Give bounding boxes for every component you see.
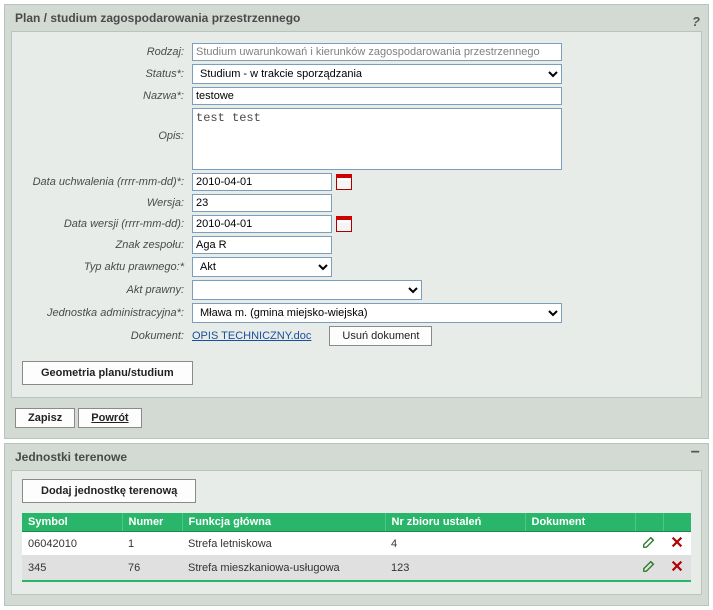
panel-title: Plan / studium zagospodarowania przestrz… [15,11,300,25]
field-jednostka-adm[interactable]: Mława m. (gmina miejsko-wiejska) [192,303,562,323]
panel2-title-bar: Jednostki terenowe − [5,444,708,470]
th-symbol[interactable]: Symbol [22,513,122,532]
cell-nr-zbioru: 123 [385,556,525,580]
geometry-button[interactable]: Geometria planu/studium [22,361,193,385]
cell-funkcja: Strefa letniskowa [182,532,385,556]
field-typ-aktu[interactable]: Akt [192,257,332,277]
panel-title-bar: Plan / studium zagospodarowania przestrz… [5,5,708,31]
edit-icon[interactable] [642,564,656,576]
calendar-icon[interactable] [336,216,352,232]
help-icon[interactable]: ? [692,14,700,29]
label-akt-prawny: Akt prawny: [22,284,192,296]
collapse-icon[interactable]: − [691,448,700,458]
units-table: Symbol Numer Funkcja główna Nr zbioru us… [22,513,691,580]
label-wersja: Wersja: [22,197,192,209]
field-data-uchwalenia[interactable] [192,173,332,191]
table-row: 06042010 1 Strefa letniskowa 4 [22,532,691,556]
plan-panel: Plan / studium zagospodarowania przestrz… [4,4,709,439]
panel2-title: Jednostki terenowe [15,450,127,464]
delete-icon[interactable] [670,540,684,552]
label-dokument: Dokument: [22,330,192,342]
th-funkcja[interactable]: Funkcja główna [182,513,385,532]
th-edit [635,513,663,532]
field-status[interactable]: Studium - w trakcie sporządzania [192,64,562,84]
cell-dokument [525,556,635,580]
calendar-icon[interactable] [336,174,352,190]
document-link[interactable]: OPIS TECHNICZNY.doc [192,330,311,342]
cell-dokument [525,532,635,556]
field-wersja[interactable] [192,194,332,212]
label-nazwa: Nazwa*: [22,90,192,102]
th-delete [663,513,691,532]
label-typ-aktu: Typ aktu prawnego:* [22,261,192,273]
label-jednostka-adm: Jednostka administracyjna*: [22,307,192,319]
label-znak-zespolu: Znak zespołu: [22,239,192,251]
cell-numer: 76 [122,556,182,580]
label-rodzaj: Rodzaj: [22,46,192,58]
table-row: 345 76 Strefa mieszkaniowa-usługowa 123 [22,556,691,580]
units-body: Dodaj jednostkę terenową Symbol Numer Fu… [11,470,702,595]
delete-document-button[interactable]: Usuń dokument [329,326,432,346]
add-unit-button[interactable]: Dodaj jednostkę terenową [22,479,196,503]
label-data-uchwalenia: Data uchwalenia (rrrr-mm-dd)*: [22,176,192,188]
th-numer[interactable]: Numer [122,513,182,532]
label-data-wersji: Data wersji (rrrr-mm-dd): [22,218,192,230]
th-nr-zbioru[interactable]: Nr zbioru ustaleń [385,513,525,532]
delete-icon[interactable] [670,564,684,576]
th-dokument[interactable]: Dokument [525,513,635,532]
edit-icon[interactable] [642,540,656,552]
field-nazwa[interactable] [192,87,562,105]
label-status: Status*: [22,68,192,80]
units-panel: Jednostki terenowe − Dodaj jednostkę ter… [4,443,709,606]
table-footer-border [22,580,691,582]
field-opis[interactable] [192,108,562,170]
form-body: Rodzaj: Status*: Studium - w trakcie spo… [11,31,702,398]
label-opis: Opis: [22,108,192,142]
field-rodzaj [192,43,562,61]
cell-funkcja: Strefa mieszkaniowa-usługowa [182,556,385,580]
field-data-wersji[interactable] [192,215,332,233]
cell-nr-zbioru: 4 [385,532,525,556]
cell-numer: 1 [122,532,182,556]
field-akt-prawny[interactable] [192,280,422,300]
back-button[interactable]: Powrót [78,408,141,428]
cell-symbol: 345 [22,556,122,580]
save-button[interactable]: Zapisz [15,408,75,428]
cell-symbol: 06042010 [22,532,122,556]
field-znak-zespolu[interactable] [192,236,332,254]
